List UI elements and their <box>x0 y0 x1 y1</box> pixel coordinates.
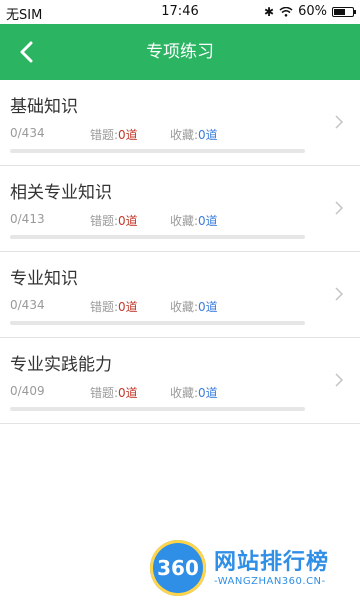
error-label: 错题: <box>90 386 119 400</box>
error-count: 0道 <box>118 300 138 314</box>
battery-icon <box>332 6 356 17</box>
list-item[interactable]: 相关专业知识 0/413 错题:0道 收藏:0道 <box>0 166 360 252</box>
favorite-label: 收藏: <box>170 386 199 400</box>
error-stat: 错题:0道 <box>90 212 138 229</box>
list-item[interactable]: 基础知识 0/434 错题:0道 收藏:0道 <box>0 80 360 166</box>
favorite-stat: 收藏:0道 <box>170 384 218 401</box>
favorite-count: 0道 <box>198 300 218 314</box>
favorite-count: 0道 <box>198 386 218 400</box>
error-stat: 错题:0道 <box>90 126 138 143</box>
progress-bar <box>10 407 305 411</box>
item-meta: 0/434 错题:0道 收藏:0道 <box>10 126 320 142</box>
item-title: 专业知识 <box>10 269 78 289</box>
favorite-count: 0道 <box>198 214 218 228</box>
practice-list: 基础知识 0/434 错题:0道 收藏:0道 相关专业知识 0/413 错题:0… <box>0 80 360 424</box>
progress-bar <box>10 321 305 325</box>
watermark-url: -WANGZHAN360.CN- <box>214 576 326 587</box>
item-title: 基础知识 <box>10 97 78 117</box>
battery-percent: 60% <box>298 4 327 19</box>
item-title: 相关专业知识 <box>10 183 112 203</box>
chevron-right-icon <box>335 373 344 387</box>
progress-count: 0/413 <box>10 212 45 226</box>
chevron-right-icon <box>335 201 344 215</box>
error-label: 错题: <box>90 300 119 314</box>
watermark: 360 网站排行榜 -WANGZHAN360.CN- <box>150 540 355 598</box>
error-label: 错题: <box>90 214 119 228</box>
item-meta: 0/413 错题:0道 收藏:0道 <box>10 212 320 228</box>
bluetooth-icon: ✱ <box>264 4 275 19</box>
favorite-stat: 收藏:0道 <box>170 126 218 143</box>
progress-count: 0/434 <box>10 298 45 312</box>
progress-count: 0/409 <box>10 384 45 398</box>
item-title: 专业实践能力 <box>10 355 112 375</box>
favorite-stat: 收藏:0道 <box>170 298 218 315</box>
error-count: 0道 <box>118 214 138 228</box>
error-label: 错题: <box>90 128 119 142</box>
item-meta: 0/409 错题:0道 收藏:0道 <box>10 384 320 400</box>
error-count: 0道 <box>118 386 138 400</box>
favorite-label: 收藏: <box>170 214 199 228</box>
chevron-right-icon <box>335 287 344 301</box>
error-stat: 错题:0道 <box>90 298 138 315</box>
favorite-stat: 收藏:0道 <box>170 212 218 229</box>
status-bar: 无SIM 17:46 ✱ 60% <box>0 0 360 24</box>
item-meta: 0/434 错题:0道 收藏:0道 <box>10 298 320 314</box>
watermark-logo: 360 <box>150 540 206 596</box>
wifi-icon <box>279 6 293 17</box>
page-title: 专项练习 <box>146 42 214 62</box>
list-item[interactable]: 专业知识 0/434 错题:0道 收藏:0道 <box>0 252 360 338</box>
watermark-title: 网站排行榜 <box>214 550 330 575</box>
favorite-count: 0道 <box>198 128 218 142</box>
status-right: ✱ 60% <box>264 4 356 19</box>
error-count: 0道 <box>118 128 138 142</box>
progress-bar <box>10 235 305 239</box>
progress-count: 0/434 <box>10 126 45 140</box>
chevron-right-icon <box>335 115 344 129</box>
favorite-label: 收藏: <box>170 300 199 314</box>
error-stat: 错题:0道 <box>90 384 138 401</box>
nav-bar: 专项练习 <box>0 24 360 80</box>
favorite-label: 收藏: <box>170 128 199 142</box>
progress-bar <box>10 149 305 153</box>
list-item[interactable]: 专业实践能力 0/409 错题:0道 收藏:0道 <box>0 338 360 424</box>
